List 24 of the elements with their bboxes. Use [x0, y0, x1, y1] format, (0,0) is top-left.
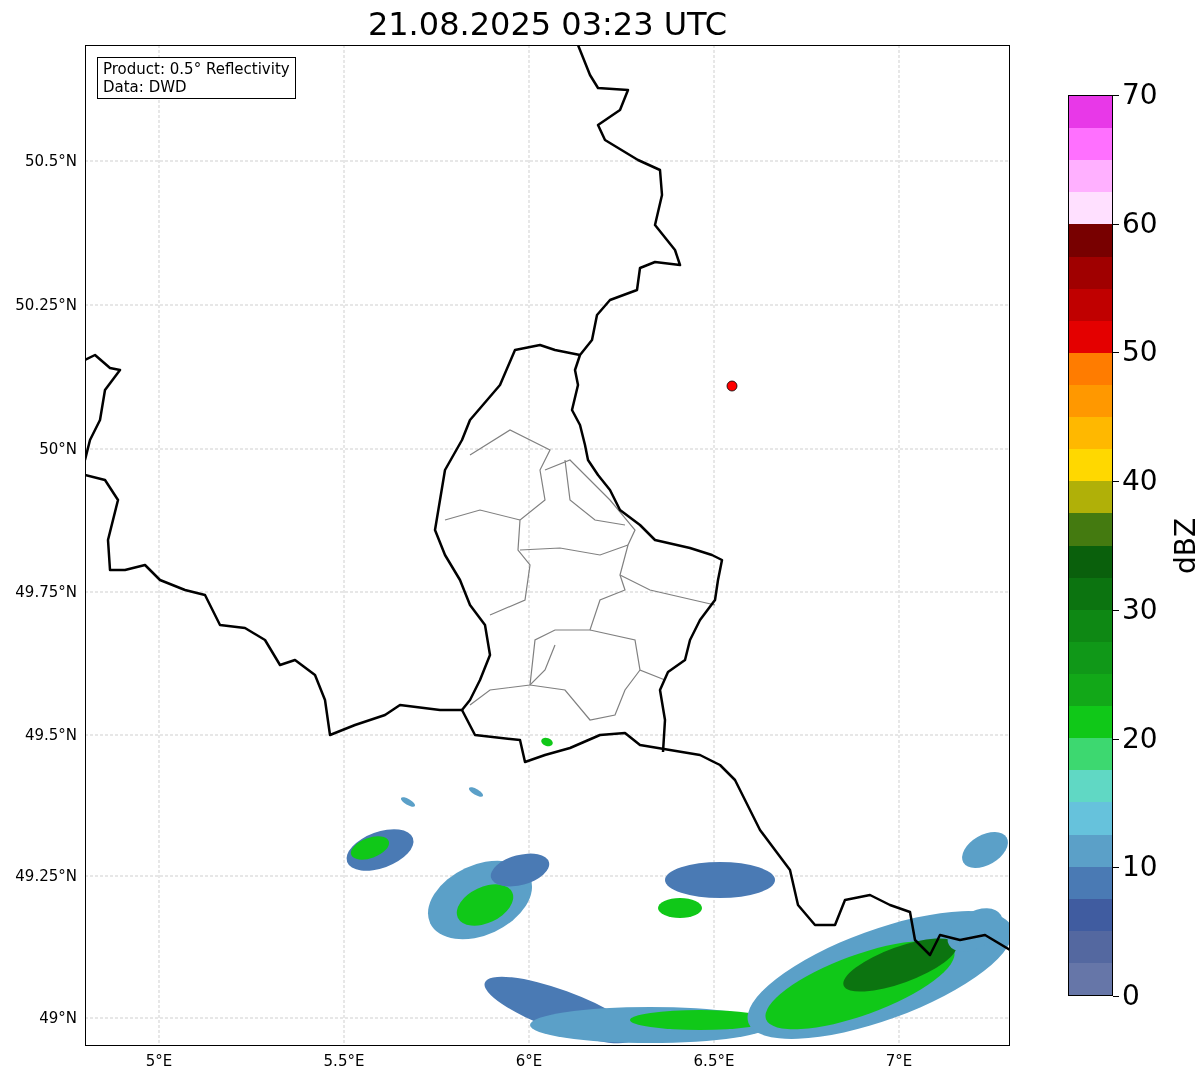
colorbar-tick-label: 10 — [1122, 851, 1158, 884]
colorbar-tick-label: 20 — [1122, 722, 1158, 755]
axis-tick-label: 6.5°E — [692, 1052, 736, 1070]
chart-title: 21.08.2025 03:23 UTC — [366, 4, 729, 44]
axis-tick-label: 6°E — [514, 1052, 544, 1070]
axis-tick-label: 50.5°N — [24, 152, 77, 170]
axis-tick-label: 49.5°N — [24, 726, 77, 744]
colorbar-tick-label: 60 — [1122, 207, 1158, 240]
colorbar-label: dBZ — [1170, 517, 1202, 575]
axis-tick-label: 49.75°N — [15, 583, 77, 601]
axis-tick-label: 5.5°E — [322, 1052, 366, 1070]
axis-tick-label: 49.25°N — [15, 867, 77, 885]
colorbar-tick-label: 30 — [1122, 593, 1158, 626]
info-text: Product: 0.5° Reflectivity — [103, 60, 290, 78]
colorbar-tick-label: 70 — [1122, 79, 1158, 111]
colorbar-tick-label: 0 — [1122, 980, 1140, 1012]
colorbar-tick-label: 50 — [1122, 336, 1158, 369]
colorbar-tick-label: 40 — [1122, 465, 1158, 498]
axis-tick-label: 50.25°N — [15, 296, 77, 314]
axis-tick-label: 50°N — [39, 440, 77, 458]
axis-tick-label: 49°N — [39, 1009, 77, 1027]
info-text: Data: DWD — [103, 78, 188, 96]
axis-tick-label: 7°E — [884, 1052, 914, 1070]
axis-tick-label: 5°E — [144, 1052, 174, 1070]
